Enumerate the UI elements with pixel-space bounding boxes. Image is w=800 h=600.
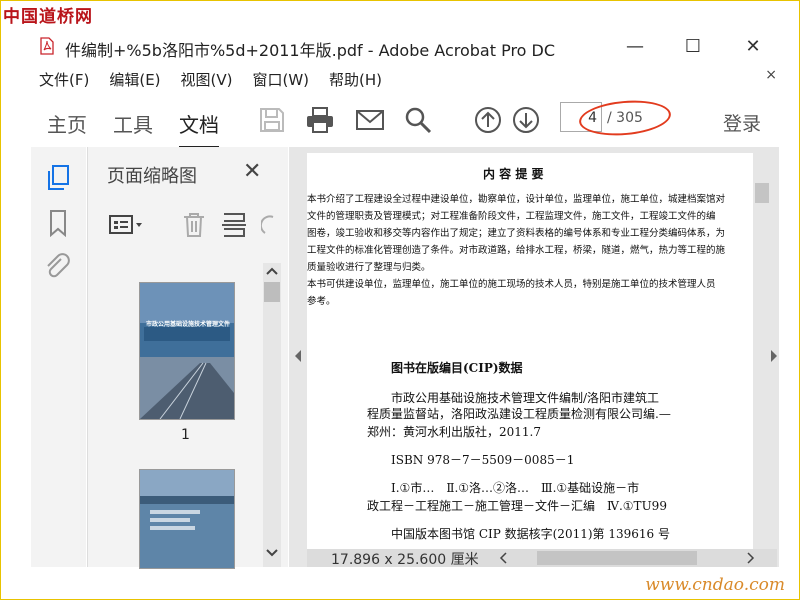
page-down-icon[interactable]: [511, 105, 541, 135]
abstract-line: 质量验收进行了整理与归类。: [307, 262, 431, 273]
panel-title: 页面缩略图: [107, 166, 197, 187]
scroll-right-icon[interactable]: [745, 552, 755, 564]
cover-image-2: [140, 470, 234, 568]
page-up-icon[interactable]: [473, 105, 503, 135]
close-document-button[interactable]: ×: [765, 67, 777, 83]
page-thumbnails-icon[interactable]: [45, 164, 71, 192]
pdf-page: 内 容 提 要 本书介绍了工程建设全过程中建设单位，勘察单位，设计单位，监理单位…: [307, 153, 753, 549]
thumbnail-label: 1: [181, 427, 190, 443]
thumbnail-page-2[interactable]: [139, 469, 235, 569]
document-scrollbar-thumb[interactable]: [755, 183, 769, 203]
panel-scrollbar[interactable]: [263, 263, 281, 567]
tab-document[interactable]: 文档: [179, 109, 219, 149]
abstract-line: 本书介绍了工程建设全过程中建设单位，勘察单位，设计单位，监理单位，施工单位，城建…: [307, 194, 726, 205]
abstract-line: 文件的管理职责及管理模式；对工程准备阶段文件，工程监理文件，施工文件，工程竣工文…: [307, 211, 716, 222]
collapse-left-icon[interactable]: [293, 349, 303, 363]
mail-icon[interactable]: [355, 105, 385, 135]
collapse-right-icon[interactable]: [769, 349, 779, 363]
close-icon: ✕: [745, 35, 761, 57]
search-icon[interactable]: [403, 105, 433, 135]
menu-bar: 文件(F) 编辑(E) 视图(V) 窗口(W) 帮助(H): [39, 69, 402, 89]
window-title: 件编制+%5b洛阳市%5d+2011年版.pdf - Adobe Acrobat…: [65, 41, 556, 60]
toolbar-tabs: 主页 工具 文档: [47, 109, 245, 149]
menu-edit[interactable]: 编辑(E): [109, 69, 160, 89]
thumbnail-options-icon[interactable]: [109, 213, 145, 237]
minimize-icon: —: [626, 35, 644, 57]
minimize-button[interactable]: —: [615, 29, 655, 63]
tab-home[interactable]: 主页: [47, 109, 87, 149]
cover-image: [140, 283, 234, 419]
login-button[interactable]: 登录: [723, 109, 761, 136]
delete-icon[interactable]: [181, 211, 207, 239]
cip-line: 程质量监督站，洛阳政泓建设工程质量检测有限公司编.—: [367, 407, 671, 421]
scroll-down-icon[interactable]: [265, 547, 279, 559]
menu-window[interactable]: 窗口(W): [253, 69, 310, 89]
cip-number-line: 中国版本图书馆 CIP 数据核字(2011)第 139616 号: [391, 527, 670, 541]
page-heading: 内 容 提 要: [483, 167, 544, 181]
watermark-top: 中国道桥网: [3, 7, 93, 27]
page-size-readout: 17.896 x 25.600 厘米: [331, 552, 479, 568]
bookmark-icon[interactable]: [48, 209, 68, 237]
abstract-line: 参考。: [307, 296, 336, 307]
save-icon[interactable]: [257, 105, 287, 135]
panel-close-button[interactable]: ✕: [243, 159, 261, 184]
close-window-button[interactable]: ✕: [733, 29, 773, 63]
abstract-line: 图卷，竣工验收和移交等内容作出了规定；建立了资料表格的编号体系和专业工程分类编码…: [307, 228, 726, 239]
maximize-icon: ☐: [684, 35, 702, 57]
abstract-line: 本书可供建设单位，监理单位，施工单位的施工现场的技术人员，特别是施工单位的技术管…: [307, 279, 716, 290]
tab-tools[interactable]: 工具: [113, 109, 153, 149]
cip-line: 郑州：黄河水利出版社，2011.7: [367, 425, 541, 439]
menu-help[interactable]: 帮助(H): [329, 69, 382, 89]
maximize-button[interactable]: ☐: [673, 29, 713, 63]
scroll-left-icon[interactable]: [499, 552, 509, 564]
classification-line: Ⅰ.①市… Ⅱ.①洛…②洛… Ⅲ.①基础设施－市: [391, 481, 640, 495]
extract-icon[interactable]: [221, 211, 247, 239]
print-icon[interactable]: [305, 105, 335, 135]
menu-file[interactable]: 文件(F): [39, 69, 89, 89]
rotate-icon[interactable]: [261, 211, 275, 239]
abstract-line: 工程文件的标准化管理创造了条件。对市政道路，给排水工程，桥梁，隧道，燃气，热力等…: [307, 245, 726, 256]
menu-view[interactable]: 视图(V): [181, 69, 233, 89]
attachment-icon[interactable]: [43, 253, 71, 281]
thumbnail-page-1[interactable]: 市政公用基础设施技术管理文件编制: [139, 282, 235, 420]
cover-title: 市政公用基础设施技术管理文件编制: [146, 321, 230, 328]
panel-scrollbar-thumb[interactable]: [264, 282, 280, 302]
pdf-file-icon: [40, 37, 54, 55]
horizontal-scrollbar-thumb[interactable]: [537, 551, 697, 565]
watermark-bottom: www.cndao.com: [645, 575, 785, 595]
cip-line: 市政公用基础设施技术管理文件编制/洛阳市建筑工: [391, 391, 660, 405]
scroll-up-icon[interactable]: [265, 265, 279, 277]
document-scrollbar[interactable]: [755, 153, 769, 545]
classification-line: 政工程－工程施工－施工管理－文件－汇编 Ⅳ.①TU99: [367, 499, 667, 513]
app-window: 中国道桥网 件编制+%5b洛阳市%5d+2011年版.pdf - Adobe A…: [0, 0, 800, 600]
cip-heading: 图书在版编目(CIP)数据: [391, 361, 523, 375]
isbn-line: ISBN 978－7－5509－0085－1: [391, 453, 575, 467]
